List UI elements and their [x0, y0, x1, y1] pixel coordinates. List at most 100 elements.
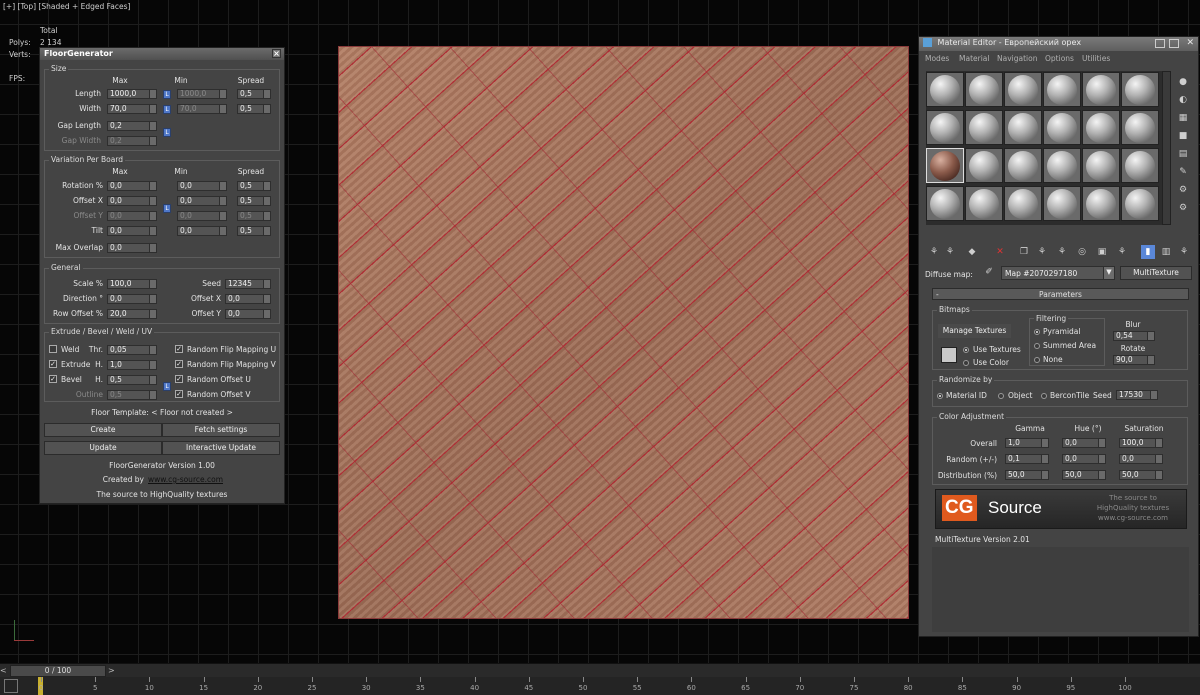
- lock-icon[interactable]: L: [163, 105, 171, 114]
- track-bar[interactable]: 0 5 10 15 20 25 30 35 40 45 50 55 60 65 70 75 80 85 90 95 10…: [0, 677, 1200, 695]
- minimize-icon[interactable]: [1155, 39, 1165, 48]
- offsetx-spread-spinner[interactable]: 0,5: [237, 196, 271, 206]
- time-slider[interactable]: 0 / 100: [10, 665, 106, 677]
- chevron-left-icon[interactable]: <: [0, 666, 10, 676]
- none-radio[interactable]: [1034, 357, 1040, 363]
- select-by-material-icon[interactable]: ⚙: [1176, 201, 1190, 215]
- sample-slot[interactable]: [1082, 148, 1120, 183]
- use-color-radio[interactable]: [963, 360, 969, 366]
- offset-u-checkbox[interactable]: ✓: [175, 375, 183, 383]
- update-button[interactable]: Update: [44, 441, 162, 455]
- dist-saturation-spinner[interactable]: 50,0: [1119, 470, 1163, 480]
- general-offsety-spinner[interactable]: 0,0: [225, 309, 271, 319]
- sample-slot[interactable]: [965, 148, 1003, 183]
- material-id-radio[interactable]: [937, 393, 943, 399]
- length-min-spinner[interactable]: 1000,0: [177, 89, 227, 99]
- bercontile-radio[interactable]: [1041, 393, 1047, 399]
- reset-icon[interactable]: ✕: [993, 245, 1007, 259]
- assign-to-selection-icon[interactable]: ◆: [965, 245, 979, 259]
- sample-slot[interactable]: [1043, 110, 1081, 145]
- sample-slot[interactable]: [1121, 72, 1159, 107]
- sample-slot[interactable]: [926, 186, 964, 221]
- offsetx-min-spinner[interactable]: 0,0: [177, 196, 227, 206]
- sample-slot[interactable]: [1004, 110, 1042, 145]
- sample-slot[interactable]: [1043, 186, 1081, 221]
- chevron-right-icon[interactable]: >: [108, 666, 118, 676]
- outline-spinner[interactable]: 0,5: [107, 390, 157, 400]
- site-link[interactable]: www.cg-source.com: [148, 475, 223, 484]
- sample-slot[interactable]: [965, 72, 1003, 107]
- offsety-max-spinner[interactable]: 0,0: [107, 211, 157, 221]
- width-spread-spinner[interactable]: 0,5: [237, 104, 271, 114]
- bevel-h-spinner[interactable]: 0,5: [107, 375, 157, 385]
- sample-slot[interactable]: [926, 110, 964, 145]
- offset-v-checkbox[interactable]: ✓: [175, 390, 183, 398]
- sample-slot[interactable]: [965, 110, 1003, 145]
- gap-length-spinner[interactable]: 0,2: [107, 121, 157, 131]
- tilt-spread-spinner[interactable]: 0,5: [237, 226, 271, 236]
- lock-icon[interactable]: L: [163, 204, 171, 213]
- floorgenerator-titlebar[interactable]: FloorGenerator ×: [40, 48, 284, 60]
- sample-slot[interactable]: [1082, 72, 1120, 107]
- eyedropper-icon[interactable]: ✐: [982, 265, 996, 279]
- map-type-button[interactable]: MultiTexture: [1120, 266, 1192, 280]
- rand-seed-spinner[interactable]: 17530: [1116, 390, 1158, 400]
- seed-spinner[interactable]: 12345: [225, 279, 271, 289]
- lock-icon[interactable]: L: [163, 90, 171, 99]
- sample-slot[interactable]: [926, 148, 964, 183]
- flip-u-checkbox[interactable]: ✓: [175, 345, 183, 353]
- extrude-checkbox[interactable]: ✓: [49, 360, 57, 368]
- random-hue-spinner[interactable]: 0,0: [1062, 454, 1106, 464]
- length-max-spinner[interactable]: 1000,0: [107, 89, 157, 99]
- sample-slot[interactable]: [1004, 186, 1042, 221]
- rotation-spread-spinner[interactable]: 0,5: [237, 181, 271, 191]
- menu-modes[interactable]: Modes: [925, 54, 949, 63]
- sample-type-icon[interactable]: ●: [1176, 75, 1190, 89]
- sample-slot[interactable]: [1121, 110, 1159, 145]
- show-end-result-icon[interactable]: ⚘: [1115, 245, 1129, 259]
- use-textures-radio[interactable]: [963, 347, 969, 353]
- backlight-icon[interactable]: ◐: [1176, 93, 1190, 107]
- parameters-rollout-header[interactable]: - Parameters: [932, 288, 1189, 300]
- interactive-update-button[interactable]: Interactive Update: [162, 441, 280, 455]
- put-to-scene-icon[interactable]: ⚘: [943, 245, 957, 259]
- sample-slot[interactable]: [1082, 110, 1120, 145]
- random-gamma-spinner[interactable]: 0,1: [1005, 454, 1049, 464]
- color-swatch[interactable]: [941, 347, 957, 363]
- dist-hue-spinner[interactable]: 50,0: [1062, 470, 1106, 480]
- extrude-h-spinner[interactable]: 1,0: [107, 360, 157, 370]
- map-name-field[interactable]: Map #2070297180 ▼: [1001, 266, 1115, 280]
- row-offset-spinner[interactable]: 20,0: [107, 309, 157, 319]
- menu-material[interactable]: Material: [959, 54, 989, 63]
- close-icon[interactable]: ×: [272, 49, 281, 58]
- direction-spinner[interactable]: 0,0: [107, 294, 157, 304]
- tilt-min-spinner[interactable]: 0,0: [177, 226, 227, 236]
- width-min-spinner[interactable]: 70,0: [177, 104, 227, 114]
- background-icon[interactable]: ▦: [1176, 111, 1190, 125]
- uv-tiling-icon[interactable]: ■: [1176, 129, 1190, 143]
- offsety-spread-spinner[interactable]: 0,5: [237, 211, 271, 221]
- go-forward-icon[interactable]: ▥: [1159, 245, 1173, 259]
- random-saturation-spinner[interactable]: 0,0: [1119, 454, 1163, 464]
- menu-options[interactable]: Options: [1045, 54, 1074, 63]
- rotation-min-spinner[interactable]: 0,0: [177, 181, 227, 191]
- sample-slot[interactable]: [1121, 148, 1159, 183]
- create-button[interactable]: Create: [44, 423, 162, 437]
- sample-slot[interactable]: [965, 186, 1003, 221]
- sample-slot[interactable]: [1004, 148, 1042, 183]
- show-in-viewport-icon[interactable]: ▣: [1095, 245, 1109, 259]
- gap-width-spinner[interactable]: 0,2: [107, 136, 157, 146]
- material-editor-titlebar[interactable]: Material Editor - Европейский орех ✕: [919, 37, 1198, 51]
- fetch-settings-button[interactable]: Fetch settings: [162, 423, 280, 437]
- sample-slot[interactable]: [1043, 148, 1081, 183]
- go-to-parent-icon[interactable]: ▮: [1141, 245, 1155, 259]
- dist-gamma-spinner[interactable]: 50,0: [1005, 470, 1049, 480]
- viewport-label[interactable]: [+] [Top] [Shaded + Edged Faces]: [3, 2, 130, 11]
- sample-slot[interactable]: [926, 72, 964, 107]
- overall-hue-spinner[interactable]: 0,0: [1062, 438, 1106, 448]
- weld-checkbox[interactable]: [49, 345, 57, 353]
- material-id-icon[interactable]: ◎: [1075, 245, 1089, 259]
- lock-icon[interactable]: L: [163, 128, 171, 137]
- video-check-icon[interactable]: ▤: [1176, 147, 1190, 161]
- pick-from-object-icon[interactable]: ⚘: [1177, 245, 1191, 259]
